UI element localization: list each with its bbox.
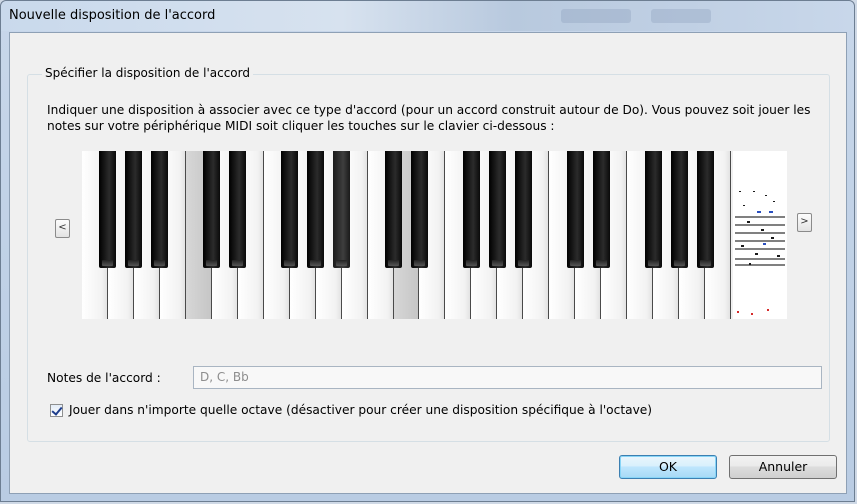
black-key-bb[interactable]	[333, 151, 351, 268]
notes-label: Notes de l'accord :	[47, 371, 161, 385]
black-key-g-sharp[interactable]	[670, 151, 688, 268]
black-key-f-sharp[interactable]	[99, 151, 117, 268]
cancel-button[interactable]: Annuler	[729, 455, 837, 479]
black-key-f-sharp[interactable]	[644, 151, 662, 268]
instructions-text: Indiquer une disposition à associer avec…	[47, 103, 811, 133]
any-octave-checkbox[interactable]	[50, 404, 63, 417]
title-bar[interactable]: Nouvelle disposition de l'accord	[1, 1, 854, 31]
piano-keyboard[interactable]	[82, 151, 731, 319]
black-key-g-sharp[interactable]	[125, 151, 143, 268]
black-key-c-sharp[interactable]	[385, 151, 403, 268]
any-octave-label[interactable]: Jouer dans n'importe quelle octave (désa…	[69, 403, 652, 417]
black-key-bb[interactable]	[696, 151, 714, 268]
title-bar-background-blur	[561, 9, 631, 23]
black-key-f-sharp[interactable]	[462, 151, 480, 268]
groupbox-title: Spécifier la disposition de l'accord	[42, 66, 253, 80]
scroll-left-button[interactable]: <	[55, 219, 70, 238]
black-key-f-sharp[interactable]	[281, 151, 299, 268]
black-key-bb[interactable]	[151, 151, 169, 268]
black-key-g-sharp[interactable]	[307, 151, 325, 268]
black-key-c-sharp[interactable]	[203, 151, 221, 268]
score-preview-image	[735, 191, 785, 315]
notes-field: D, C, Bb	[193, 366, 822, 389]
title-bar-background-blur-2	[651, 9, 711, 23]
score-preview	[733, 151, 787, 319]
black-key-eb[interactable]	[410, 151, 428, 268]
window-title: Nouvelle disposition de l'accord	[9, 8, 216, 23]
ok-button[interactable]: OK	[619, 455, 717, 479]
black-key-eb[interactable]	[229, 151, 247, 268]
black-key-bb[interactable]	[514, 151, 532, 268]
black-key-g-sharp[interactable]	[488, 151, 506, 268]
scroll-right-button[interactable]: >	[797, 213, 812, 232]
black-key-c-sharp[interactable]	[566, 151, 584, 268]
black-key-eb[interactable]	[592, 151, 610, 268]
